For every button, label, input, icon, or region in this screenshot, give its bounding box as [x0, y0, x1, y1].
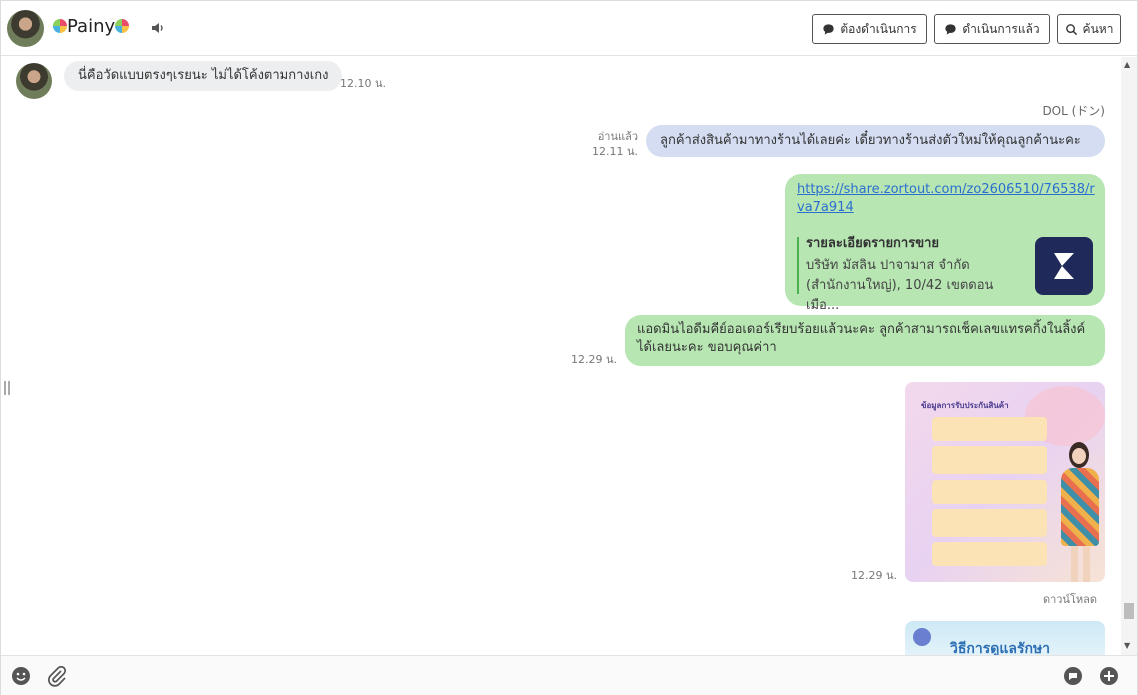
message-link[interactable]: https://share.zortout.com/zo2606510/7653… — [797, 181, 1095, 199]
incoming-message: นี่คือวัดแบบตรงๆเรยนะ ไม่ได้โค้งตามกางเก… — [64, 61, 343, 91]
candy-icon — [53, 19, 67, 33]
candy-icon — [115, 19, 130, 33]
add-chat-icon[interactable] — [1098, 665, 1120, 687]
chat-reply-icon[interactable] — [1062, 665, 1084, 687]
message-time: 12.10 น. — [339, 77, 386, 90]
download-link[interactable]: ดาวน์โหลด — [1011, 593, 1097, 607]
link-preview-message[interactable]: https://share.zortout.com/zo2606510/7653… — [785, 174, 1105, 313]
todo-button[interactable]: ต้องดำเนินการ — [812, 14, 927, 44]
agent-name: DOL (ドン) — [1042, 104, 1105, 118]
message-link[interactable]: va7a914 — [797, 199, 1093, 217]
message-line: ได้เลยนะคะ ขอบคุณค่าา — [637, 340, 777, 355]
info-card — [932, 446, 1047, 474]
message-time: 12.11 น. — [591, 145, 638, 158]
model-figure — [1061, 442, 1099, 582]
chat-header: Painy ต้องดำเนินการ ดำเนินการแล้ว ค้นหา — [1, 1, 1137, 56]
sender-avatar[interactable] — [16, 63, 52, 99]
done-button-label: ดำเนินการแล้ว — [962, 21, 1040, 36]
scroll-up-arrow[interactable]: ▲ — [1124, 60, 1130, 69]
search-icon — [1065, 23, 1077, 35]
chat-bubble-icon — [945, 23, 956, 35]
done-button[interactable]: ดำเนินการแล้ว — [934, 14, 1050, 44]
emoji-icon[interactable] — [10, 665, 32, 687]
scrollbar-thumb[interactable] — [1124, 603, 1134, 619]
contact-avatar[interactable] — [7, 10, 44, 47]
message-line: แอดมินไอดีมคีย์ออเดอร์เรียบร้อยแล้วนะคะ … — [637, 322, 1086, 337]
image-message[interactable]: วิธีการดูแลรักษา — [905, 621, 1105, 655]
paperclip-icon[interactable] — [46, 665, 68, 687]
info-card — [932, 480, 1047, 504]
scrollbar[interactable]: ▲ ▼ — [1121, 57, 1137, 655]
preview-description: (สำนักงานใหญ่), 10/42 เขตดอนเมือ... — [806, 278, 994, 313]
resize-handle[interactable] — [4, 381, 10, 395]
zort-logo-icon — [1035, 237, 1093, 295]
message-time: 12.29 น. — [570, 353, 617, 366]
message-list[interactable]: นี่คือวัดแบบตรงๆเรยนะ ไม่ได้โค้งตามกางเก… — [1, 57, 1121, 655]
image-title: ข้อมูลการรับประกันสินค้า — [921, 401, 1009, 410]
outgoing-message: ลูกค้าส่งสินค้ามาทางร้านได้เลยค่ะ เดี๋ยว… — [646, 125, 1105, 157]
speaker-icon[interactable] — [150, 20, 166, 36]
composer-bar — [1, 655, 1137, 695]
preview-title: รายละเอียดรายการขาย — [806, 236, 940, 251]
search-button[interactable]: ค้นหา — [1057, 14, 1121, 44]
brand-logo-icon — [913, 628, 931, 646]
image-message[interactable]: ข้อมูลการรับประกันสินค้า — [905, 382, 1105, 582]
contact-name-text: Painy — [67, 16, 116, 37]
info-card — [932, 417, 1047, 441]
search-button-label: ค้นหา — [1082, 21, 1114, 36]
outgoing-message: แอดมินไอดีมคีย์ออเดอร์เรียบร้อยแล้วนะคะ … — [625, 315, 1105, 366]
info-card — [932, 542, 1047, 566]
image-title: วิธีการดูแลรักษา — [950, 641, 1051, 655]
chat-window: Painy ต้องดำเนินการ ดำเนินการแล้ว ค้นหา … — [0, 0, 1138, 695]
info-card — [932, 509, 1047, 537]
link-preview-card[interactable]: รายละเอียดรายการขาย บริษัท มัสลิน ปาจามา… — [806, 235, 1026, 316]
contact-name: Painy — [53, 16, 130, 37]
preview-divider — [797, 237, 799, 294]
todo-button-label: ต้องดำเนินการ — [840, 21, 917, 36]
preview-description: บริษัท มัสลิน ปาจามาส จำกัด — [806, 258, 970, 273]
read-status: อ่านแล้ว — [597, 130, 638, 143]
message-time: 12.29 น. — [850, 569, 897, 582]
chat-bubble-icon — [823, 23, 834, 35]
scroll-down-arrow[interactable]: ▼ — [1124, 641, 1130, 650]
